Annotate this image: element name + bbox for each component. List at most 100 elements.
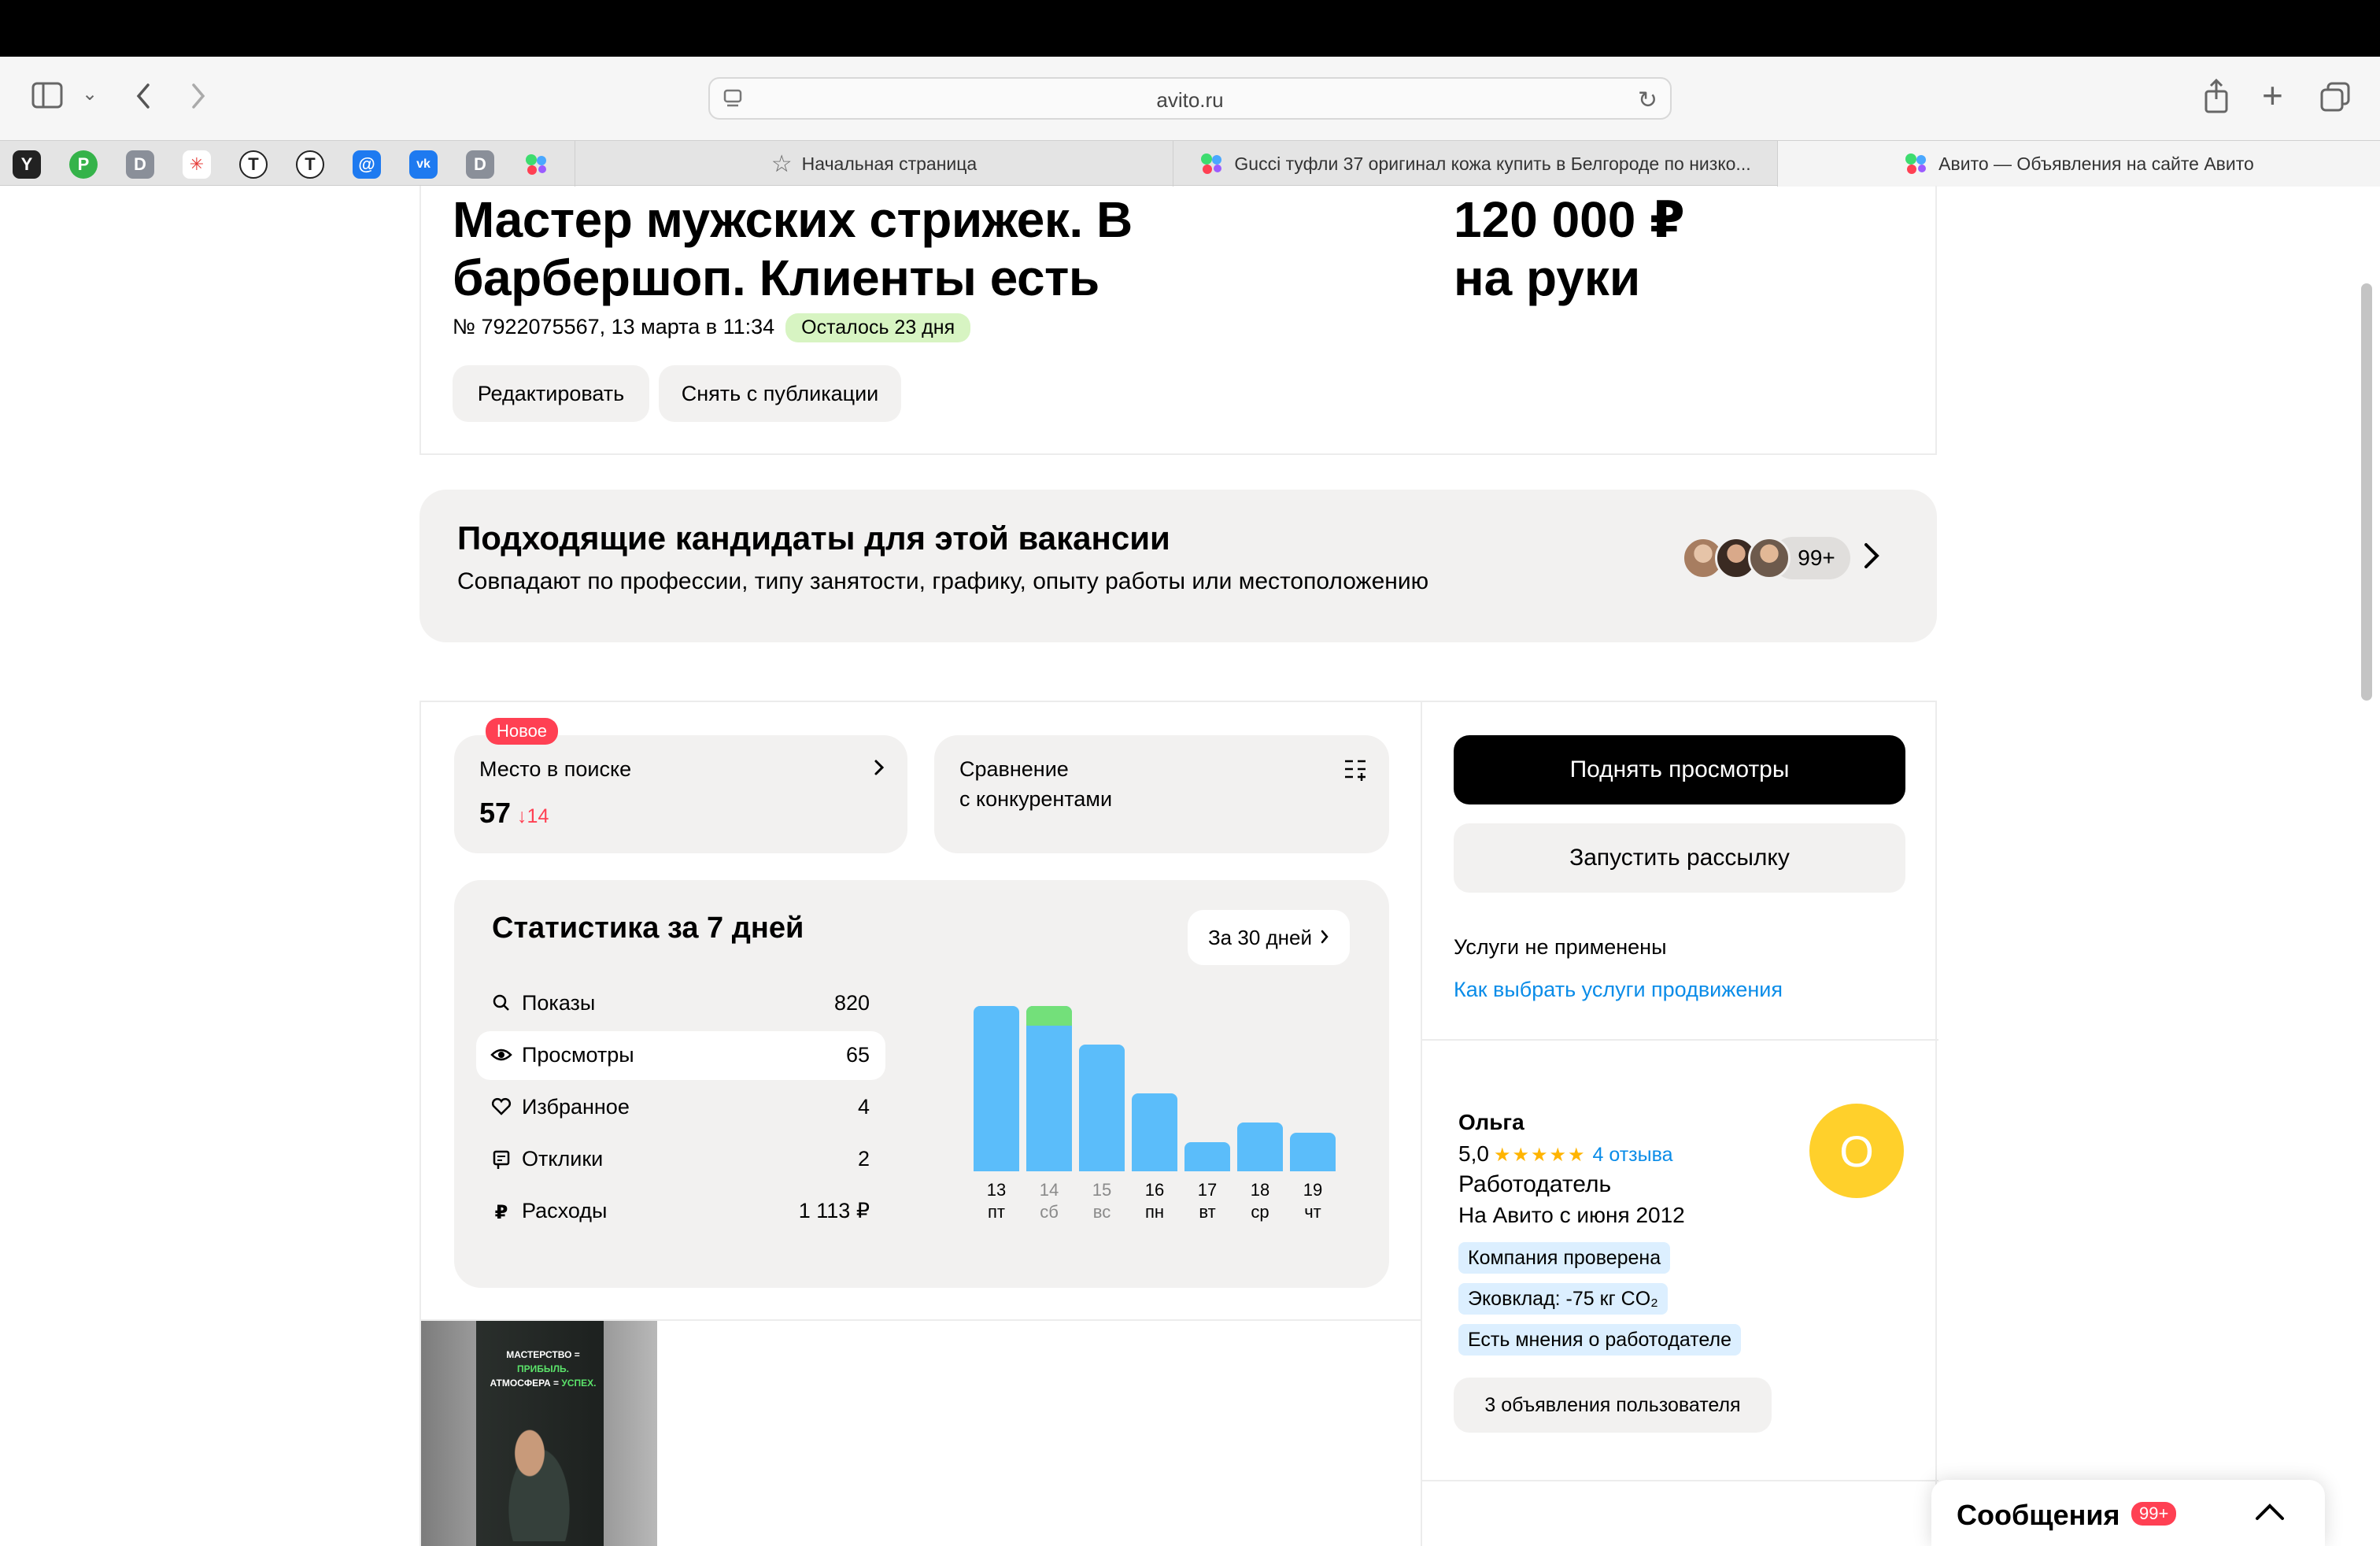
search-place-delta: ↓14 xyxy=(517,805,549,827)
favorite-t2-icon[interactable]: T xyxy=(296,150,324,179)
chart-bar[interactable] xyxy=(1132,1093,1177,1171)
favorite-yandex-icon[interactable]: Y xyxy=(13,150,41,179)
listing-meta: № 7922075567, 13 марта в 11:34 Осталось 2… xyxy=(453,313,971,342)
compare-competitors-tile[interactable]: Сравнение с конкурентами xyxy=(934,735,1389,853)
views-bar-chart: 13 пт 14 сб 15 вс 16 пн 17 вт 18 ср 19 чт xyxy=(974,1006,1359,1242)
stats-row-impressions[interactable]: Показы 820 xyxy=(476,979,885,1028)
period-30-days-button[interactable]: За 30 дней xyxy=(1188,910,1350,965)
remaining-days-badge: Осталось 23 дня xyxy=(785,313,971,342)
start-mailing-button[interactable]: Запустить рассылку xyxy=(1454,823,1905,893)
chart-x-label: 13 пт xyxy=(974,1179,1019,1223)
stats-row-views[interactable]: Просмотры 65 xyxy=(476,1031,885,1080)
favorite-t-icon[interactable]: T xyxy=(239,150,268,179)
sidebar-icon[interactable] xyxy=(31,82,63,114)
seller-name[interactable]: Ольга xyxy=(1458,1110,1524,1135)
listing-photo[interactable]: МАСТЕРСТВО = ПРИБЫЛЬ. АТМОСФЕРА = УСПЕХ. xyxy=(421,1321,657,1546)
stats-title: Статистика за 7 дней xyxy=(492,912,804,945)
browser-toolbar: ⌄ avito.ru ↻ + xyxy=(0,57,2380,140)
tab-start-page[interactable]: ☆ Начальная страница xyxy=(575,141,1173,187)
messages-widget[interactable]: Сообщения 99+ xyxy=(1931,1480,2325,1546)
ruble-icon: ₽ xyxy=(494,1202,508,1223)
forward-icon[interactable] xyxy=(189,80,208,117)
favorite-avito-icon[interactable] xyxy=(523,150,551,179)
chart-x-day-name: сб xyxy=(1040,1202,1059,1222)
divider xyxy=(1422,1480,1938,1481)
new-badge: Новое xyxy=(486,718,559,745)
photo-barber-figure xyxy=(492,1415,586,1541)
tab-avito[interactable]: Авито — Объявления на сайте Авито xyxy=(1777,141,2380,187)
candidates-subtitle: Совпадают по профессии, типу занятости, … xyxy=(457,568,1429,594)
chart-x-label: 14 сб xyxy=(1026,1179,1072,1223)
chart-x-day-name: вт xyxy=(1199,1202,1216,1222)
chart-x-day-name: чт xyxy=(1304,1202,1321,1222)
seller-role: Работодатель xyxy=(1458,1171,1612,1197)
list-filter-icon xyxy=(1343,757,1367,787)
chevron-up-icon[interactable] xyxy=(2254,1492,2286,1532)
tag-company-verified[interactable]: Компания проверена xyxy=(1458,1242,1671,1274)
chart-bar[interactable] xyxy=(1079,1045,1125,1171)
avito-logo-icon xyxy=(1904,152,1929,176)
chart-x-day-name: вс xyxy=(1092,1202,1111,1222)
chart-x-label: 19 чт xyxy=(1290,1179,1336,1223)
search-place-tile[interactable]: Новое Место в поиске 57 ↓14 xyxy=(454,718,907,853)
favorite-vk-icon[interactable]: vk xyxy=(409,150,438,179)
divider xyxy=(1421,702,1422,1546)
chart-bar[interactable] xyxy=(1237,1123,1283,1171)
chevron-right-icon xyxy=(873,754,885,783)
chart-bar[interactable] xyxy=(1290,1133,1336,1171)
seller-ads-button[interactable]: 3 объявления пользователя xyxy=(1454,1378,1772,1433)
listing-salary: 120 000 ₽ на руки xyxy=(1454,191,1685,306)
chart-x-day-number: 18 xyxy=(1250,1180,1270,1200)
chart-x-day-name: ср xyxy=(1251,1202,1269,1222)
reload-icon[interactable]: ↻ xyxy=(1638,87,1658,114)
address-bar[interactable]: avito.ru ↻ xyxy=(708,77,1672,120)
messages-badge: 99+ xyxy=(2131,1502,2177,1526)
seller-since: На Авито с июня 2012 xyxy=(1458,1203,1685,1227)
favorite-p-icon[interactable]: P xyxy=(69,150,98,179)
favorite-d2-icon[interactable]: D xyxy=(466,150,494,179)
listing-stats-card: Новое Место в поиске 57 ↓14 Сравнение с к… xyxy=(419,701,1938,1546)
tab-gucci[interactable]: Gucci туфли 37 оригинал кожа купить в Бе… xyxy=(1173,141,1777,187)
seller-avatar[interactable]: О xyxy=(1809,1104,1904,1198)
chart-bar[interactable] xyxy=(1184,1142,1230,1171)
search-place-label: Место в поиске xyxy=(479,757,632,781)
reviews-link[interactable]: 4 отзыва xyxy=(1593,1144,1673,1166)
share-icon[interactable] xyxy=(2204,78,2229,119)
services-help-link[interactable]: Как выбрать услуги продвижения xyxy=(1454,978,1783,1002)
tab-bar: Y P D ✳ T T @ vk D ☆ Начальная страница … xyxy=(0,140,2380,187)
unpublish-button[interactable]: Снять с публикации xyxy=(659,365,901,422)
edit-button[interactable]: Редактировать xyxy=(453,365,649,422)
chart-x-day-number: 19 xyxy=(1303,1180,1323,1200)
chart-x-label: 16 пн xyxy=(1132,1179,1177,1223)
back-icon[interactable] xyxy=(134,80,153,117)
chevron-right-icon[interactable] xyxy=(1861,538,1882,582)
stats-row-favorites[interactable]: Избранное 4 xyxy=(476,1083,885,1132)
menu-bar xyxy=(0,0,2380,57)
services-note: Услуги не применены xyxy=(1454,935,1667,959)
candidates-title: Подходящие кандидаты для этой вакансии xyxy=(457,520,1170,557)
chart-x-day-number: 13 xyxy=(986,1180,1007,1200)
url-text: avito.ru xyxy=(1156,88,1224,112)
favorite-star-icon[interactable]: ✳ xyxy=(183,150,211,179)
stats-row-responses[interactable]: Отклики 2 xyxy=(476,1135,885,1184)
chart-bar-segment xyxy=(1026,1006,1072,1026)
page-scrollbar[interactable] xyxy=(2361,283,2372,701)
avito-logo-icon xyxy=(1199,152,1225,176)
divider xyxy=(1422,1039,1938,1041)
favorite-d-icon[interactable]: D xyxy=(126,150,154,179)
new-tab-icon[interactable]: + xyxy=(2262,77,2283,113)
favorite-mail-icon[interactable]: @ xyxy=(353,150,381,179)
tag-eco-contribution[interactable]: Эковклад: -75 кг CO₂ xyxy=(1458,1283,1668,1315)
chevron-down-icon[interactable]: ⌄ xyxy=(82,85,98,104)
seller-rating: 5,0 ★★★★★ 4 отзыва xyxy=(1458,1141,1673,1166)
star-icon: ☆ xyxy=(771,150,793,177)
stats-row-expenses[interactable]: ₽ Расходы 1 113 ₽ xyxy=(476,1187,885,1236)
chart-bar[interactable] xyxy=(1026,1006,1072,1171)
tag-employer-reviews[interactable]: Есть мнения о работодателе xyxy=(1458,1324,1741,1356)
raise-views-button[interactable]: Поднять просмотры xyxy=(1454,735,1905,804)
chart-x-day-number: 16 xyxy=(1144,1180,1165,1200)
candidates-banner[interactable]: Подходящие кандидаты для этой вакансии С… xyxy=(419,490,1937,642)
chart-x-label: 15 вс xyxy=(1079,1179,1125,1223)
tabs-overview-icon[interactable] xyxy=(2320,82,2350,117)
chart-bar[interactable] xyxy=(974,1006,1019,1171)
